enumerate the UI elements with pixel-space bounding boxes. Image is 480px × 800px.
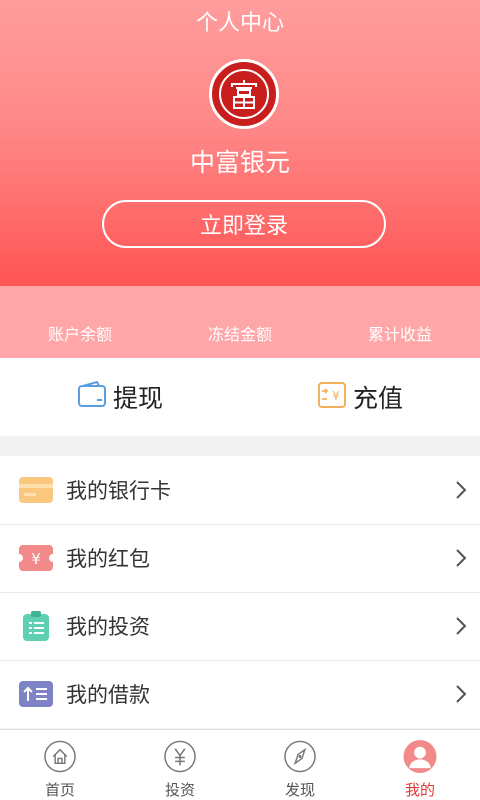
stat-frozen: 冻结金额: [207, 325, 272, 344]
withdraw-button[interactable]: 提现: [0, 358, 240, 436]
menu-label: 我的投资: [66, 615, 150, 639]
yen-icon: [164, 740, 196, 773]
menu-item-red-packet[interactable]: ¥ 我的红包: [0, 524, 480, 592]
recharge-button[interactable]: ¥ 充值: [240, 358, 480, 436]
menu-label: 我的借款: [66, 683, 150, 707]
chevron-right-icon: [456, 481, 467, 499]
withdraw-label: 提现: [112, 384, 163, 413]
tab-label: 发现: [284, 781, 315, 799]
clipboard-icon: [19, 611, 53, 641]
recharge-icon: ¥: [317, 381, 347, 413]
tab-discover[interactable]: 发现: [240, 730, 360, 800]
brand-logo-icon: [209, 59, 279, 129]
tab-label: 我的: [404, 781, 435, 799]
tab-home[interactable]: 首页: [0, 730, 120, 800]
menu-label: 我的银行卡: [66, 479, 171, 503]
svg-text:¥: ¥: [31, 550, 41, 568]
tab-mine[interactable]: 我的: [360, 730, 480, 800]
recharge-label: 充值: [352, 384, 403, 413]
menu-label: 我的红包: [66, 547, 150, 571]
tab-label: 首页: [44, 781, 75, 799]
stat-earnings: 累计收益: [367, 325, 432, 344]
user-icon: [403, 740, 437, 773]
tab-label: 投资: [164, 781, 195, 799]
chevron-right-icon: [456, 617, 467, 635]
loan-icon: [19, 679, 53, 709]
menu-item-bank-card[interactable]: 我的银行卡: [0, 456, 480, 524]
chevron-right-icon: [456, 549, 467, 567]
bottom-tab-bar: 首页 投资 发现 我的: [0, 729, 480, 800]
svg-text:¥: ¥: [332, 389, 340, 403]
menu-item-loan[interactable]: 我的借款: [0, 660, 480, 728]
action-row: 提现 ¥ 充值: [0, 358, 480, 436]
stat-balance: 账户余额: [47, 325, 112, 344]
red-packet-icon: ¥: [19, 543, 53, 573]
chevron-right-icon: [456, 685, 467, 703]
menu-list: 我的银行卡 ¥ 我的红包 我的投资 我的借款: [0, 456, 480, 728]
wallet-icon: [77, 380, 107, 413]
login-button[interactable]: 立即登录: [102, 200, 386, 248]
account-stats: 账户余额 冻结金额 累计收益: [0, 286, 480, 358]
brand-name: 中富银元: [189, 148, 290, 177]
bank-card-icon: [19, 475, 53, 505]
menu-item-investment[interactable]: 我的投资: [0, 592, 480, 660]
tab-invest[interactable]: 投资: [120, 730, 240, 800]
profile-header: 个人中心 中富银元 立即登录: [0, 0, 480, 286]
page-title: 个人中心: [195, 11, 284, 36]
home-icon: [44, 740, 76, 773]
compass-icon: [284, 740, 316, 773]
